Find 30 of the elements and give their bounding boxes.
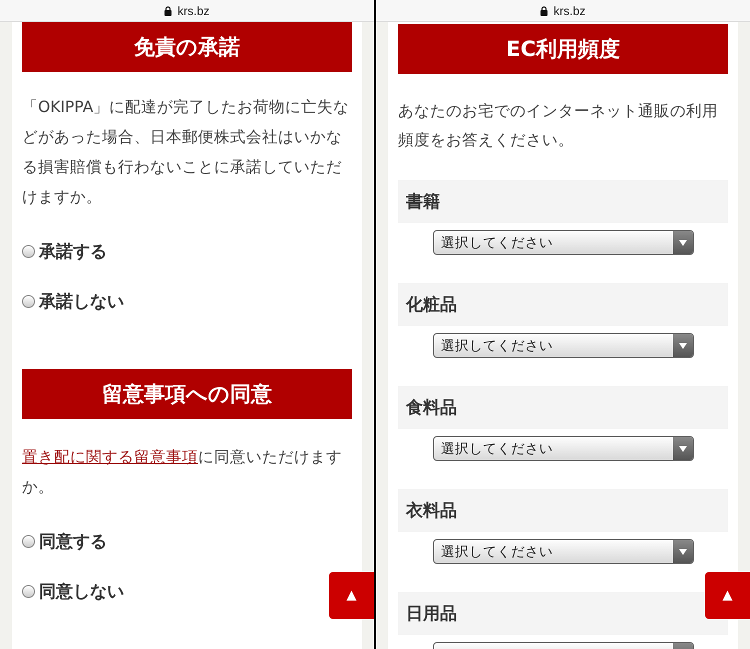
- radio-button[interactable]: [22, 244, 35, 258]
- address-text: krs.bz: [553, 4, 586, 18]
- dropdown[interactable]: 選択してください: [433, 436, 694, 461]
- option-label[interactable]: 承諾する: [39, 240, 107, 262]
- option-label[interactable]: 同意する: [39, 530, 107, 552]
- question-text: あなたのお宅でのインターネット通販の利用頻度をお答えください。: [398, 101, 719, 151]
- back-to-top-button[interactable]: ▲: [329, 572, 374, 619]
- question-text: 置き配に関する留意事項に同意いただけますか。: [22, 447, 343, 498]
- address-text: krs.bz: [177, 4, 210, 18]
- section-heading: 免責の承諾: [22, 22, 352, 72]
- radio-button[interactable]: [22, 294, 35, 308]
- option-label[interactable]: 同意しない: [39, 580, 124, 602]
- category-label: 衣料品: [398, 489, 728, 532]
- category-label: 食料品: [398, 386, 728, 429]
- address-bar[interactable]: krs.bz: [0, 0, 374, 22]
- dropdown[interactable]: 選択してください: [433, 333, 694, 358]
- address-bar[interactable]: krs.bz: [376, 0, 750, 22]
- section-heading: EC利用頻度: [398, 24, 728, 74]
- category-label: 化粧品: [398, 283, 728, 326]
- option-label[interactable]: 承諾しない: [39, 290, 124, 312]
- dropdown[interactable]: 選択してください: [433, 539, 694, 564]
- dropdown[interactable]: 選択してください: [433, 230, 694, 255]
- radio-button[interactable]: [22, 534, 35, 548]
- question-text: 「OKIPPA」に配達が完了したお荷物に亡失などがあった場合、日本郵便株式会社はいかなる損害賠償も行わないことに承諾していただけますか。: [22, 97, 350, 208]
- radio-button[interactable]: [22, 584, 35, 598]
- section-heading: 留意事項への同意: [22, 369, 352, 419]
- terms-link[interactable]: 置き配に関する留意事項: [22, 448, 198, 466]
- lock-icon: [164, 6, 172, 16]
- lock-icon: [540, 6, 548, 16]
- category-label: 書籍: [398, 180, 728, 223]
